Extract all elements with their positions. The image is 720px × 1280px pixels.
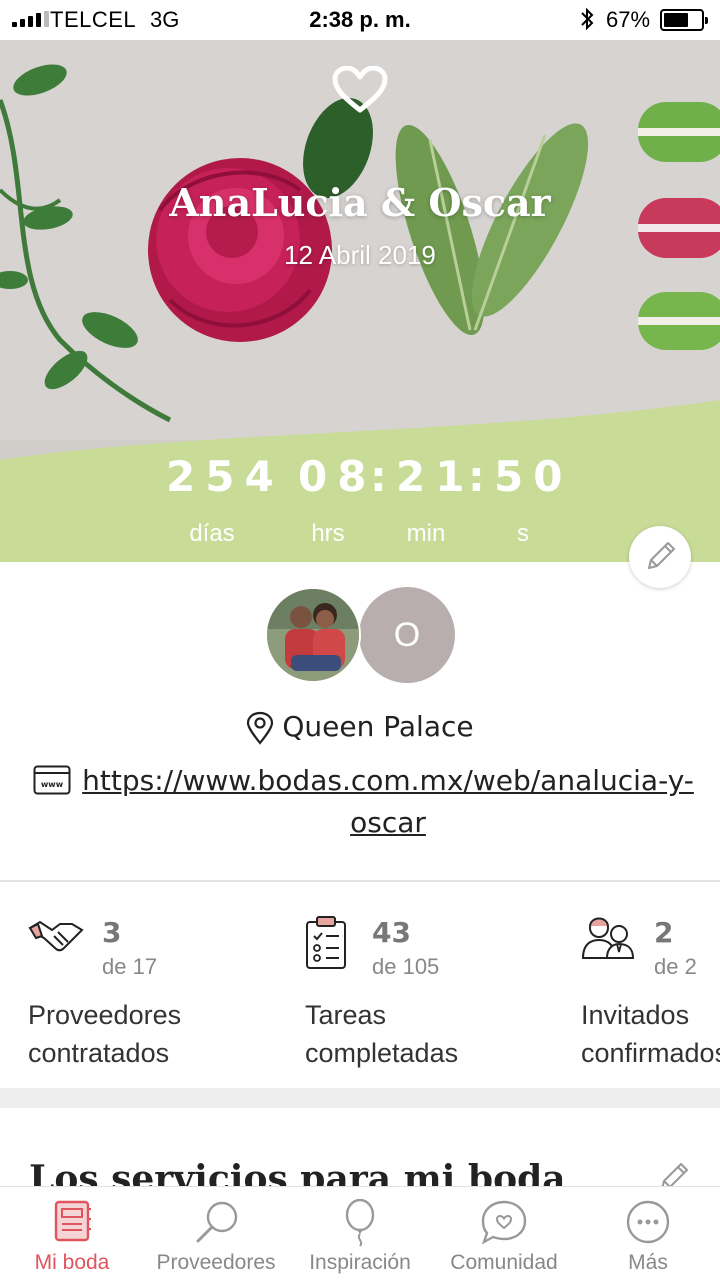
stat-tasks-total: de 105 [372,954,440,979]
stat-guests-label: Invitados confirmados [581,1000,720,1068]
couple-photo-avatar[interactable] [265,587,361,683]
tab-label: Inspiración [309,1251,411,1274]
tab-proveedores[interactable]: Proveedores [144,1187,288,1280]
countdown-separator: : [468,452,485,501]
tab-mas[interactable]: Más [576,1187,720,1280]
more-icon [626,1200,670,1244]
partner-avatar[interactable]: O [359,587,455,683]
section-divider [0,880,720,882]
stat-vendors-label: Proveedores contratados [28,1000,182,1068]
tab-label: Comunidad [450,1251,558,1274]
stat-guests-total: de 2 [654,954,697,979]
notebook-icon [54,1200,91,1242]
countdown-separator: : [370,452,387,501]
balloon-icon [345,1199,375,1247]
countdown-days-label: días [189,520,235,547]
heart-logo-icon [332,66,388,113]
wedding-header: AnaLucia & Oscar 12 Abril 2019 254 08 : … [0,40,720,562]
svg-text:www: www [41,780,64,789]
countdown-days: 254 [166,452,284,501]
chat-heart-icon [481,1200,527,1245]
wedding-location: Queen Palace [0,710,720,745]
pencil-icon [648,542,675,569]
stat-tasks-label: Tareas completadas [305,1000,459,1068]
stat-guests-value: 2 [654,916,674,949]
couple-photo [267,589,359,681]
status-bar: TELCEL 3G 2:38 p. m. 67% [0,0,720,40]
tab-label: Mi boda [34,1251,110,1274]
battery-icon [660,9,708,31]
countdown: 254 08 : 21 : 50 días hrs min s [0,452,720,562]
wedding-website-link[interactable]: https://www.bodas.com.mx/web/analucia-y-… [78,760,698,844]
battery-percent: 67% [606,7,651,32]
location-name: Queen Palace [282,710,474,743]
guests-icon [581,917,635,959]
stat-tasks-value: 43 [372,916,411,949]
countdown-hours-label: hrs [311,520,345,547]
handshake-icon [28,920,84,952]
stat-vendors-total: de 17 [102,954,158,979]
countdown-hours: 08 [298,452,377,501]
bluetooth-icon [581,7,594,31]
tab-mi-boda[interactable]: Mi boda [0,1187,144,1280]
bottom-tab-bar: Mi boda Proveedores Inspiración Comunida… [0,1186,720,1280]
edit-wedding-button[interactable] [629,526,691,588]
website-icon: www [33,765,71,795]
tab-comunidad[interactable]: Comunidad [432,1187,576,1280]
countdown-minutes: 21 [396,452,475,501]
clipboard-checklist-icon [306,916,346,969]
search-icon [196,1201,238,1243]
location-pin-icon [247,711,274,745]
stat-guests[interactable]: 2 de 2 Invitados confirmados [581,912,720,1072]
tab-label: Más [628,1251,668,1274]
countdown-seconds-label: s [517,520,529,547]
wedding-date: 12 Abril 2019 [284,240,436,270]
countdown-minutes-label: min [406,520,446,547]
tab-label: Proveedores [156,1251,276,1274]
couple-names: AnaLucia & Oscar [169,180,551,225]
tab-inspiracion[interactable]: Inspiración [288,1187,432,1280]
stat-vendors-value: 3 [102,916,122,949]
section-spacer [0,1088,720,1108]
countdown-seconds: 50 [494,452,573,501]
